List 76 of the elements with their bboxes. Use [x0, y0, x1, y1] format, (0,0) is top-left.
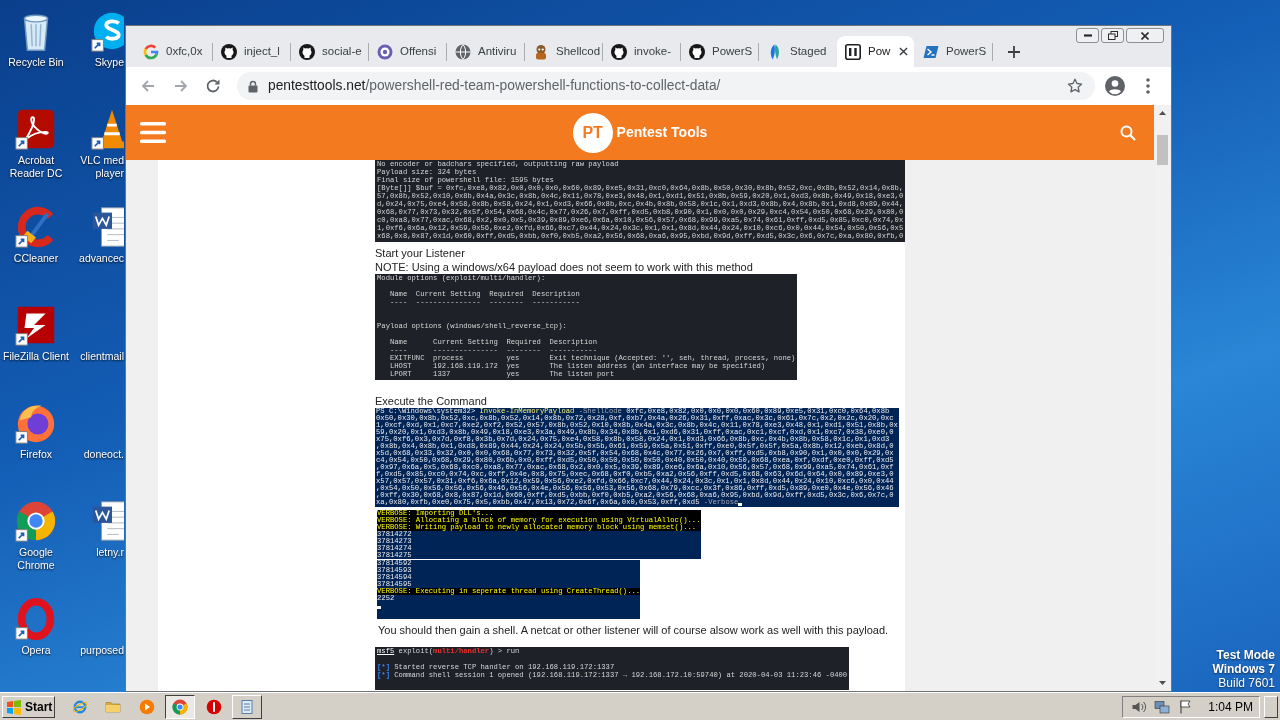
browser-tab[interactable]: inject_l: [213, 36, 290, 67]
browser-tab[interactable]: Pow: [837, 36, 914, 67]
icon-label[interactable]: VLC med player: [76, 154, 124, 180]
paragraph-text: NOTE: Using a windows/x64 payload does not seem to work with this method: [375, 260, 753, 274]
close-button[interactable]: [1126, 28, 1164, 43]
plus-icon[interactable]: [1007, 44, 1021, 59]
browser-tab[interactable]: PowerS: [681, 36, 758, 67]
browser-tab[interactable]: 0xfc,0x: [135, 36, 212, 67]
terminal-icon: [923, 43, 939, 60]
close-icon[interactable]: [899, 47, 908, 56]
cat-icon: [689, 43, 705, 60]
browser-tab[interactable]: Antiviru: [447, 36, 524, 67]
menu-dots-icon[interactable]: [1146, 78, 1150, 94]
icon-label[interactable]: FileZilla Client: [0, 350, 72, 363]
minimize-button[interactable]: [1076, 28, 1099, 43]
boxed-bars-icon: [845, 43, 861, 60]
cat-icon: [611, 43, 627, 60]
circle-bar-icon: [205, 698, 222, 715]
address-bar[interactable]: pentesttools.net/powershell-red-team-powershell-functions-to-collect-data/: [237, 72, 1095, 100]
desktop-notice: Build 7601: [1218, 676, 1275, 690]
ring-icon: [377, 43, 393, 60]
close-icon: [1141, 31, 1149, 40]
flag-icon[interactable]: [1177, 698, 1194, 715]
reload-icon[interactable]: [205, 78, 221, 94]
globe-icon: [455, 43, 471, 60]
orbit-icon: [72, 698, 88, 715]
four-pane-logo-icon: [6, 698, 22, 715]
clock[interactable]: 1:04 PM: [1208, 697, 1253, 716]
icon-label[interactable]: Recycle Bin: [0, 56, 72, 69]
icon-label[interactable]: CCleaner: [0, 252, 72, 265]
icon-label[interactable]: letny.r: [76, 546, 124, 559]
restore-button[interactable]: [1101, 28, 1124, 43]
segmented-circle-icon: [172, 698, 189, 715]
minimize-icon: [1083, 34, 1092, 37]
browser-tab[interactable]: social-e: [291, 36, 368, 67]
paragraph-text: You should then gain a shell. A netcat or other listener will of course alsow work as well with this payload.: [378, 623, 889, 637]
start-button[interactable]: Start: [2, 695, 55, 718]
icon-label[interactable]: Google Chrome: [0, 546, 72, 572]
search-icon[interactable]: [1120, 124, 1136, 141]
icon-label[interactable]: advancec: [76, 252, 124, 265]
scrollbar-thumb[interactable]: [1157, 135, 1168, 165]
taskbar-button[interactable]: [165, 694, 196, 719]
icon-label[interactable]: Skype: [76, 56, 124, 69]
lock-icon: [248, 79, 258, 93]
play-icon: [138, 698, 155, 715]
star-icon[interactable]: [1067, 78, 1083, 94]
restore-icon: [1107, 31, 1118, 40]
notepad-icon: [238, 698, 255, 715]
menu-icon[interactable]: [140, 122, 166, 143]
icon-label[interactable]: purposed: [76, 644, 124, 657]
figure-icon: [533, 43, 549, 60]
browser-tab[interactable]: Shellcod: [525, 36, 602, 67]
cursor-icon: [738, 503, 743, 506]
browser-tab[interactable]: Offensi: [369, 36, 446, 67]
section-heading: Execute the Command: [375, 394, 487, 408]
cat-icon: [299, 43, 315, 60]
g-logo-icon: [143, 43, 159, 60]
scroll-down-arrow-icon[interactable]: [1159, 681, 1166, 685]
icon-label[interactable]: doneoct.: [76, 448, 124, 461]
browser-tab[interactable]: Staged: [759, 36, 836, 67]
desktop-notice: Windows 7: [1212, 662, 1275, 676]
desktop-notice: Test Mode: [1216, 648, 1275, 662]
icon-label[interactable]: Firefox: [0, 448, 72, 461]
scroll-up-arrow-icon[interactable]: [1159, 111, 1166, 115]
network-icon[interactable]: [1154, 698, 1171, 715]
browser-tab[interactable]: PowerS: [915, 36, 992, 67]
scrollbar[interactable]: [1154, 105, 1171, 691]
icon-label[interactable]: Acrobat Reader DC: [0, 154, 72, 180]
account-icon[interactable]: [1105, 76, 1125, 96]
cursor-icon: [377, 606, 381, 609]
icon-label[interactable]: clientmail: [76, 350, 124, 363]
cat-icon: [221, 43, 237, 60]
icon-label[interactable]: Opera: [0, 644, 72, 657]
section-heading: Start your Listener: [375, 246, 465, 260]
show-desktop-button[interactable]: [1264, 695, 1278, 718]
browser-tab[interactable]: invoke-: [603, 36, 680, 67]
